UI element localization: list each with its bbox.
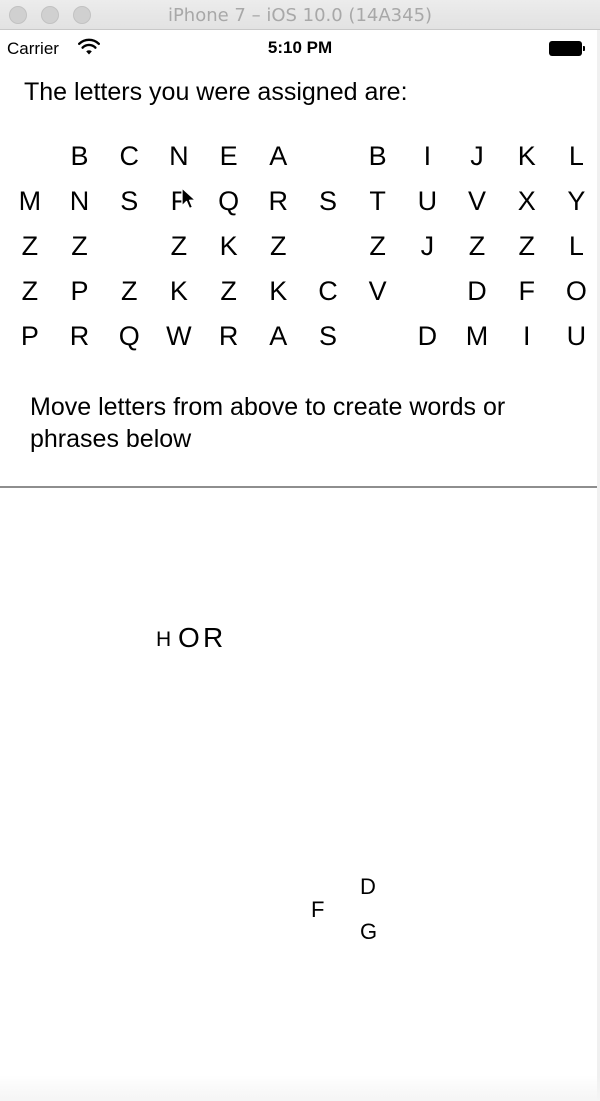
letter-tile[interactable]: S bbox=[303, 317, 353, 362]
letter-tile[interactable]: I bbox=[502, 317, 552, 362]
letter-tile[interactable]: Z bbox=[154, 227, 204, 272]
letter-tile[interactable]: T bbox=[353, 182, 403, 227]
letter-tile[interactable]: R bbox=[204, 317, 254, 362]
letter-slot-empty bbox=[104, 227, 154, 272]
letter-slot-empty bbox=[303, 227, 353, 272]
letter-tile[interactable]: Z bbox=[204, 272, 254, 317]
letter-tile[interactable]: S bbox=[104, 182, 154, 227]
letter-tile[interactable]: K bbox=[502, 137, 552, 182]
letter-tile[interactable]: A bbox=[253, 317, 303, 362]
letter-tile[interactable]: C bbox=[104, 137, 154, 182]
simulator-window: iPhone 7 – iOS 10.0 (14A345) Carrier 5:1… bbox=[0, 0, 600, 1101]
letter-tile[interactable]: Z bbox=[452, 227, 502, 272]
letter-tile[interactable]: J bbox=[452, 137, 502, 182]
instructions-text: Move letters from above to create words … bbox=[30, 393, 506, 453]
letter-tile[interactable]: W bbox=[154, 317, 204, 362]
assigned-letters-heading: The letters you were assigned are: bbox=[24, 78, 408, 106]
letter-tile[interactable]: L bbox=[552, 227, 600, 272]
status-time: 5:10 PM bbox=[267, 38, 333, 57]
status-bar: Carrier 5:10 PM bbox=[0, 30, 600, 66]
bottom-edge-shadow bbox=[0, 1075, 600, 1101]
letter-tile[interactable]: J bbox=[403, 227, 453, 272]
letter-tile[interactable]: P bbox=[55, 272, 105, 317]
letter-tile[interactable]: O bbox=[552, 272, 600, 317]
placed-letter[interactable]: R bbox=[203, 622, 223, 654]
letter-tile[interactable]: Z bbox=[5, 227, 55, 272]
letter-slot-empty bbox=[303, 137, 353, 182]
letter-tile[interactable]: A bbox=[253, 137, 303, 182]
letter-tile[interactable]: U bbox=[552, 317, 600, 362]
letter-tile[interactable]: R bbox=[253, 182, 303, 227]
placed-letter[interactable]: F bbox=[311, 897, 324, 923]
letter-tile[interactable]: V bbox=[353, 272, 403, 317]
word-building-area[interactable]: HOR D F G bbox=[0, 488, 600, 1101]
letter-tile[interactable]: E bbox=[204, 137, 254, 182]
letter-tile[interactable]: Z bbox=[353, 227, 403, 272]
letter-tile[interactable]: M bbox=[452, 317, 502, 362]
letter-tile[interactable]: N bbox=[154, 137, 204, 182]
letter-tile[interactable]: D bbox=[452, 272, 502, 317]
letter-tile[interactable]: V bbox=[452, 182, 502, 227]
letter-tile[interactable]: Z bbox=[502, 227, 552, 272]
letter-tile[interactable]: Q bbox=[104, 317, 154, 362]
letter-tile[interactable]: N bbox=[55, 182, 105, 227]
letter-tile[interactable]: P bbox=[5, 317, 55, 362]
placed-letter[interactable]: G bbox=[360, 919, 377, 945]
mouse-cursor-icon bbox=[181, 187, 197, 216]
placed-letter[interactable]: H bbox=[156, 628, 171, 652]
letter-tile[interactable]: K bbox=[154, 272, 204, 317]
letter-slot-empty bbox=[5, 137, 55, 182]
letter-tile[interactable]: Y bbox=[552, 182, 600, 227]
letter-tile[interactable]: K bbox=[204, 227, 254, 272]
window-title: iPhone 7 – iOS 10.0 (14A345) bbox=[167, 5, 433, 26]
assigned-letter-grid: BCNEABIJKLMNSFQRSTUVXYZZZKZZJZZLZPZKZKCV… bbox=[5, 137, 600, 362]
letter-tile[interactable]: Z bbox=[5, 272, 55, 317]
letter-tile[interactable]: Q bbox=[204, 182, 254, 227]
window-titlebar: iPhone 7 – iOS 10.0 (14A345) bbox=[0, 0, 600, 30]
letter-tile[interactable]: K bbox=[253, 272, 303, 317]
letter-tile[interactable]: Z bbox=[104, 272, 154, 317]
letter-tile[interactable]: R bbox=[55, 317, 105, 362]
letter-slot-empty bbox=[353, 317, 403, 362]
placed-letter[interactable]: O bbox=[178, 622, 200, 654]
letter-tile[interactable]: S bbox=[303, 182, 353, 227]
letter-tile[interactable]: U bbox=[403, 182, 453, 227]
letter-tile[interactable]: F bbox=[502, 272, 552, 317]
letter-tile[interactable]: L bbox=[552, 137, 600, 182]
letter-slot-empty bbox=[403, 272, 453, 317]
letter-tile[interactable]: Z bbox=[253, 227, 303, 272]
letter-tile[interactable]: B bbox=[353, 137, 403, 182]
letter-tile[interactable]: M bbox=[5, 182, 55, 227]
letter-tile[interactable]: D bbox=[403, 317, 453, 362]
letter-tile[interactable]: B bbox=[55, 137, 105, 182]
placed-letter[interactable]: D bbox=[360, 874, 376, 900]
letter-tile[interactable]: Z bbox=[55, 227, 105, 272]
battery-icon bbox=[549, 41, 585, 56]
letter-tile[interactable]: C bbox=[303, 272, 353, 317]
letter-tile[interactable]: I bbox=[403, 137, 453, 182]
letter-tile[interactable]: X bbox=[502, 182, 552, 227]
